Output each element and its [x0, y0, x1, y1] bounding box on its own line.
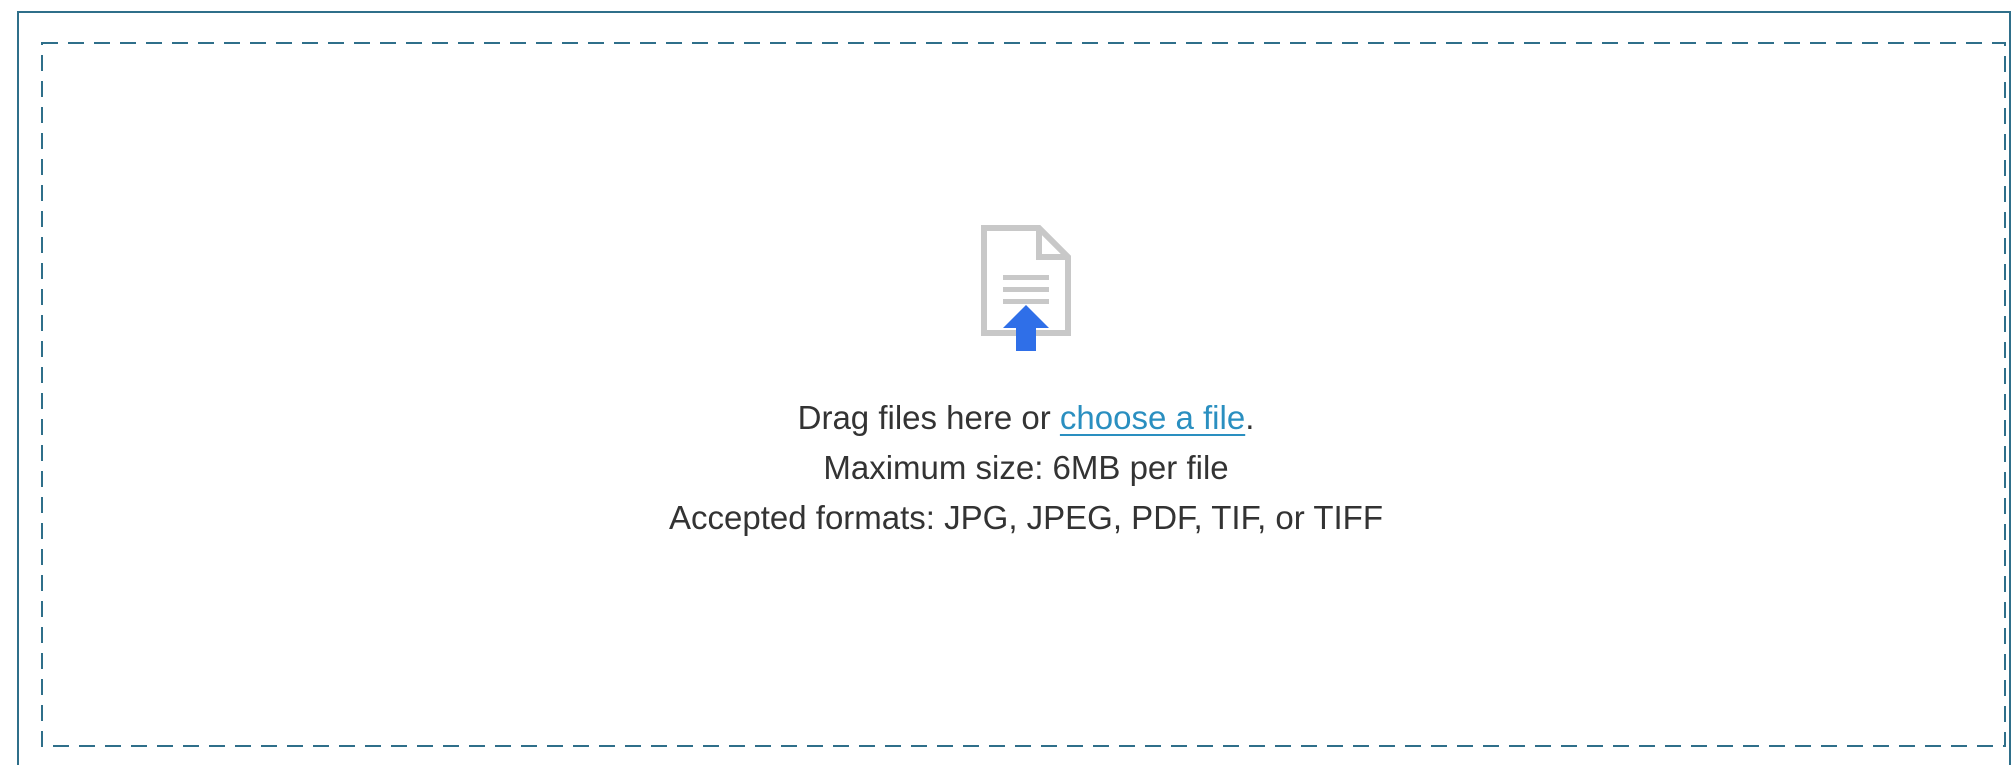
accepted-formats-text: Accepted formats: JPG, JPEG, PDF, TIF, o…: [669, 499, 1383, 536]
drag-instruction-text: Drag files here or: [797, 399, 1060, 436]
drag-instruction: Drag files here or choose a file.: [42, 393, 2010, 443]
max-size-text: Maximum size: 6MB per file: [823, 449, 1229, 486]
choose-file-link[interactable]: choose a file: [1060, 399, 1245, 436]
drag-instruction-period: .: [1245, 399, 1255, 436]
dropzone-content: Drag files here or choose a file. Maximu…: [42, 225, 2010, 543]
file-upload-icon: [981, 225, 1071, 351]
